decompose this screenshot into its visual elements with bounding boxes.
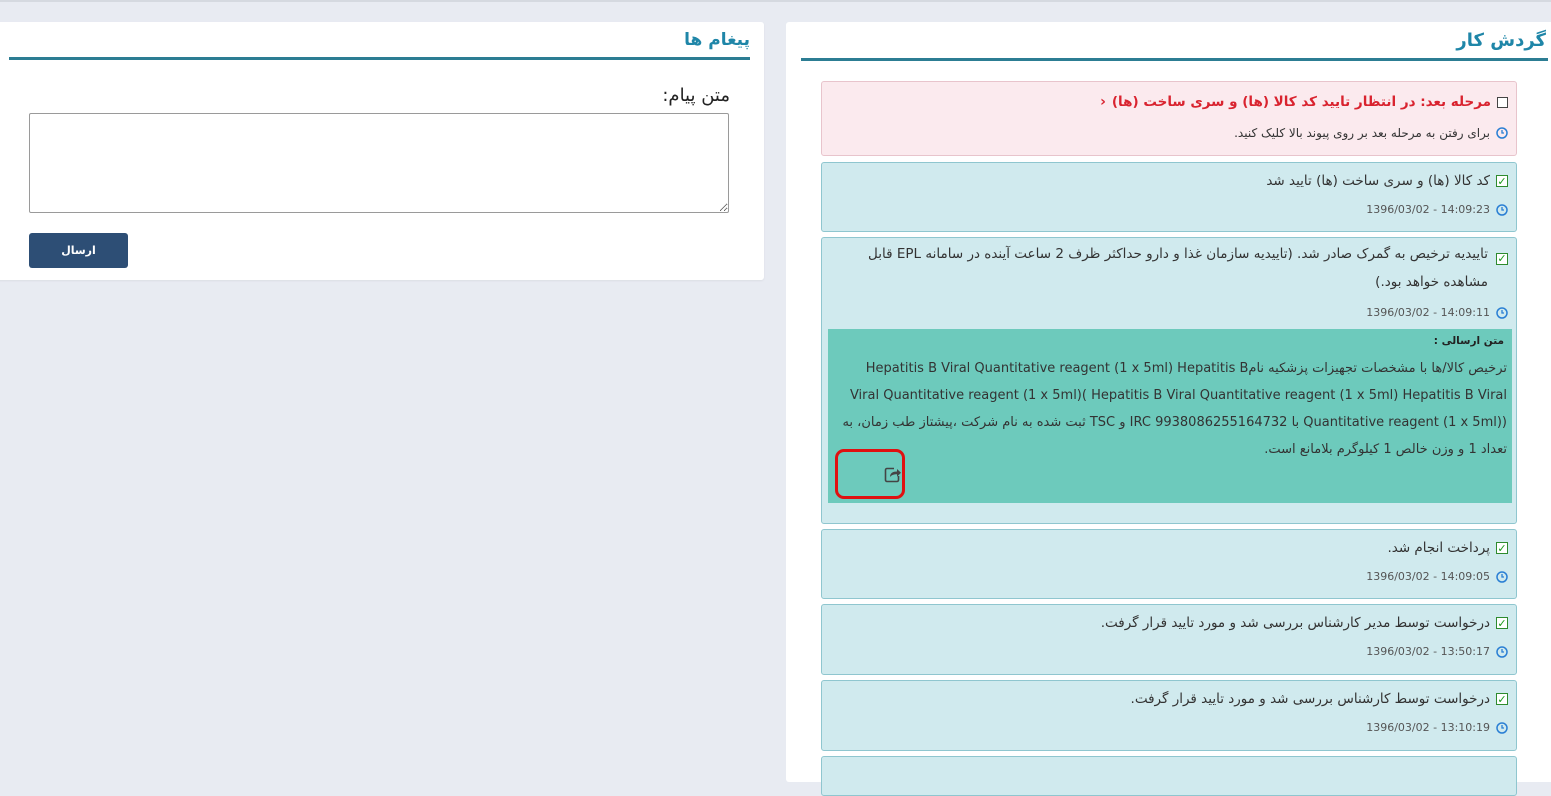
- checked-icon: ✓: [1496, 692, 1508, 706]
- sent-text-block: متن ارسالی : ترخیص کالا/ها با مشخصات تجه…: [828, 329, 1512, 503]
- sent-text-body: ترخیص کالا/ها با مشخصات تجهیزات پزشکیه ن…: [842, 361, 1507, 457]
- sent-text-label: متن ارسالی :: [1433, 335, 1504, 347]
- step-time-row: 1396/03/02 - 14:09:23: [1366, 203, 1508, 216]
- step-time-row: 1396/03/02 - 13:10:19: [1366, 721, 1508, 734]
- next-step-hint: برای رفتن به مرحله بعد بر روی پیوند بالا…: [1234, 126, 1490, 140]
- step-card: ✓ درخواست توسط کارشناس بررسی شد و مورد ت…: [821, 680, 1517, 751]
- step-title-row: ✓ پرداخت انجام شد.: [1387, 540, 1508, 556]
- step-card: ✓ پرداخت انجام شد. 1396/03/02 - 14:09:05: [821, 529, 1517, 599]
- messages-panel: پیغام ها متن پیام: ارسال: [0, 22, 764, 280]
- messages-title: پیغام ها: [684, 30, 750, 50]
- step-card: ✓ درخواست توسط مدیر کارشناس بررسی شد و م…: [821, 604, 1517, 675]
- top-divider: [0, 0, 1551, 2]
- checked-icon: ✓: [1496, 541, 1508, 555]
- step-title-row: ✓ درخواست توسط کارشناس بررسی شد و مورد ت…: [1131, 691, 1508, 707]
- workflow-panel: گردش کار مرحله بعد: در انتظار تایید کد ک…: [786, 22, 1551, 796]
- step-title-row: ✓ کد کالا (ها) و سری ساخت (ها) تایید شد: [1266, 173, 1508, 189]
- checked-icon: ✓: [1496, 616, 1508, 630]
- workflow-title: گردش کار: [1456, 30, 1546, 51]
- step-time-row: 1396/03/02 - 14:09:11: [1366, 306, 1508, 319]
- share-icon[interactable]: [884, 466, 902, 483]
- step-card: ✓ تاییدیه ترخیص به گمرک صادر شد. (تاییدی…: [821, 237, 1517, 524]
- message-textarea[interactable]: [29, 113, 729, 213]
- clock-icon: [1496, 127, 1508, 139]
- step-time-row: 1396/03/02 - 13:50:17: [1366, 645, 1508, 658]
- step-title: درخواست توسط کارشناس بررسی شد و مورد تای…: [1130, 691, 1490, 707]
- step-title: کد کالا (ها) و سری ساخت (ها) تایید شد: [1266, 173, 1490, 189]
- step-card: ✓ کد کالا (ها) و سری ساخت (ها) تایید شد …: [821, 162, 1517, 232]
- clock-icon: [1496, 645, 1508, 658]
- step-time: 1396/03/02 - 13:10:19: [1366, 721, 1490, 734]
- send-button[interactable]: ارسال: [29, 233, 128, 268]
- checked-icon: ✓: [1496, 174, 1508, 188]
- checkbox-icon[interactable]: [1497, 96, 1508, 108]
- next-step-hint-row: برای رفتن به مرحله بعد بر روی پیوند بالا…: [1234, 126, 1508, 140]
- next-step-row[interactable]: مرحله بعد: در انتظار تایید کد کالا (ها) …: [1100, 94, 1508, 110]
- clock-icon: [1496, 570, 1508, 583]
- clock-icon: [1496, 203, 1508, 216]
- clock-icon: [1496, 721, 1508, 734]
- step-card: [821, 756, 1517, 796]
- step-time-row: 1396/03/02 - 14:09:05: [1366, 570, 1508, 583]
- step-title: درخواست توسط مدیر کارشناس بررسی شد و مور…: [1100, 615, 1490, 631]
- chevron-left-icon[interactable]: ‹: [1100, 94, 1106, 110]
- step-time: 1396/03/02 - 14:09:11: [1366, 306, 1490, 319]
- next-step-card: مرحله بعد: در انتظار تایید کد کالا (ها) …: [821, 81, 1517, 156]
- workflow-title-rule: [801, 58, 1548, 61]
- step-time: 1396/03/02 - 14:09:05: [1366, 570, 1490, 583]
- step-time: 1396/03/02 - 13:50:17: [1366, 645, 1490, 658]
- share-button[interactable]: [835, 449, 905, 499]
- step-title: پرداخت انجام شد.: [1387, 540, 1490, 556]
- step-time: 1396/03/02 - 14:09:23: [1366, 203, 1490, 216]
- step-check-holder: ✓: [1494, 247, 1508, 266]
- checked-icon: ✓: [1496, 252, 1508, 265]
- clock-icon: [1496, 306, 1508, 319]
- message-label: متن پیام:: [662, 85, 730, 106]
- messages-title-rule: [9, 57, 750, 60]
- step-title-row: ✓ درخواست توسط مدیر کارشناس بررسی شد و م…: [1101, 615, 1508, 631]
- step-title: تاییدیه ترخیص به گمرک صادر شد. (تاییدیه …: [868, 246, 1488, 290]
- next-step-link[interactable]: مرحله بعد: در انتظار تایید کد کالا (ها) …: [1112, 94, 1491, 110]
